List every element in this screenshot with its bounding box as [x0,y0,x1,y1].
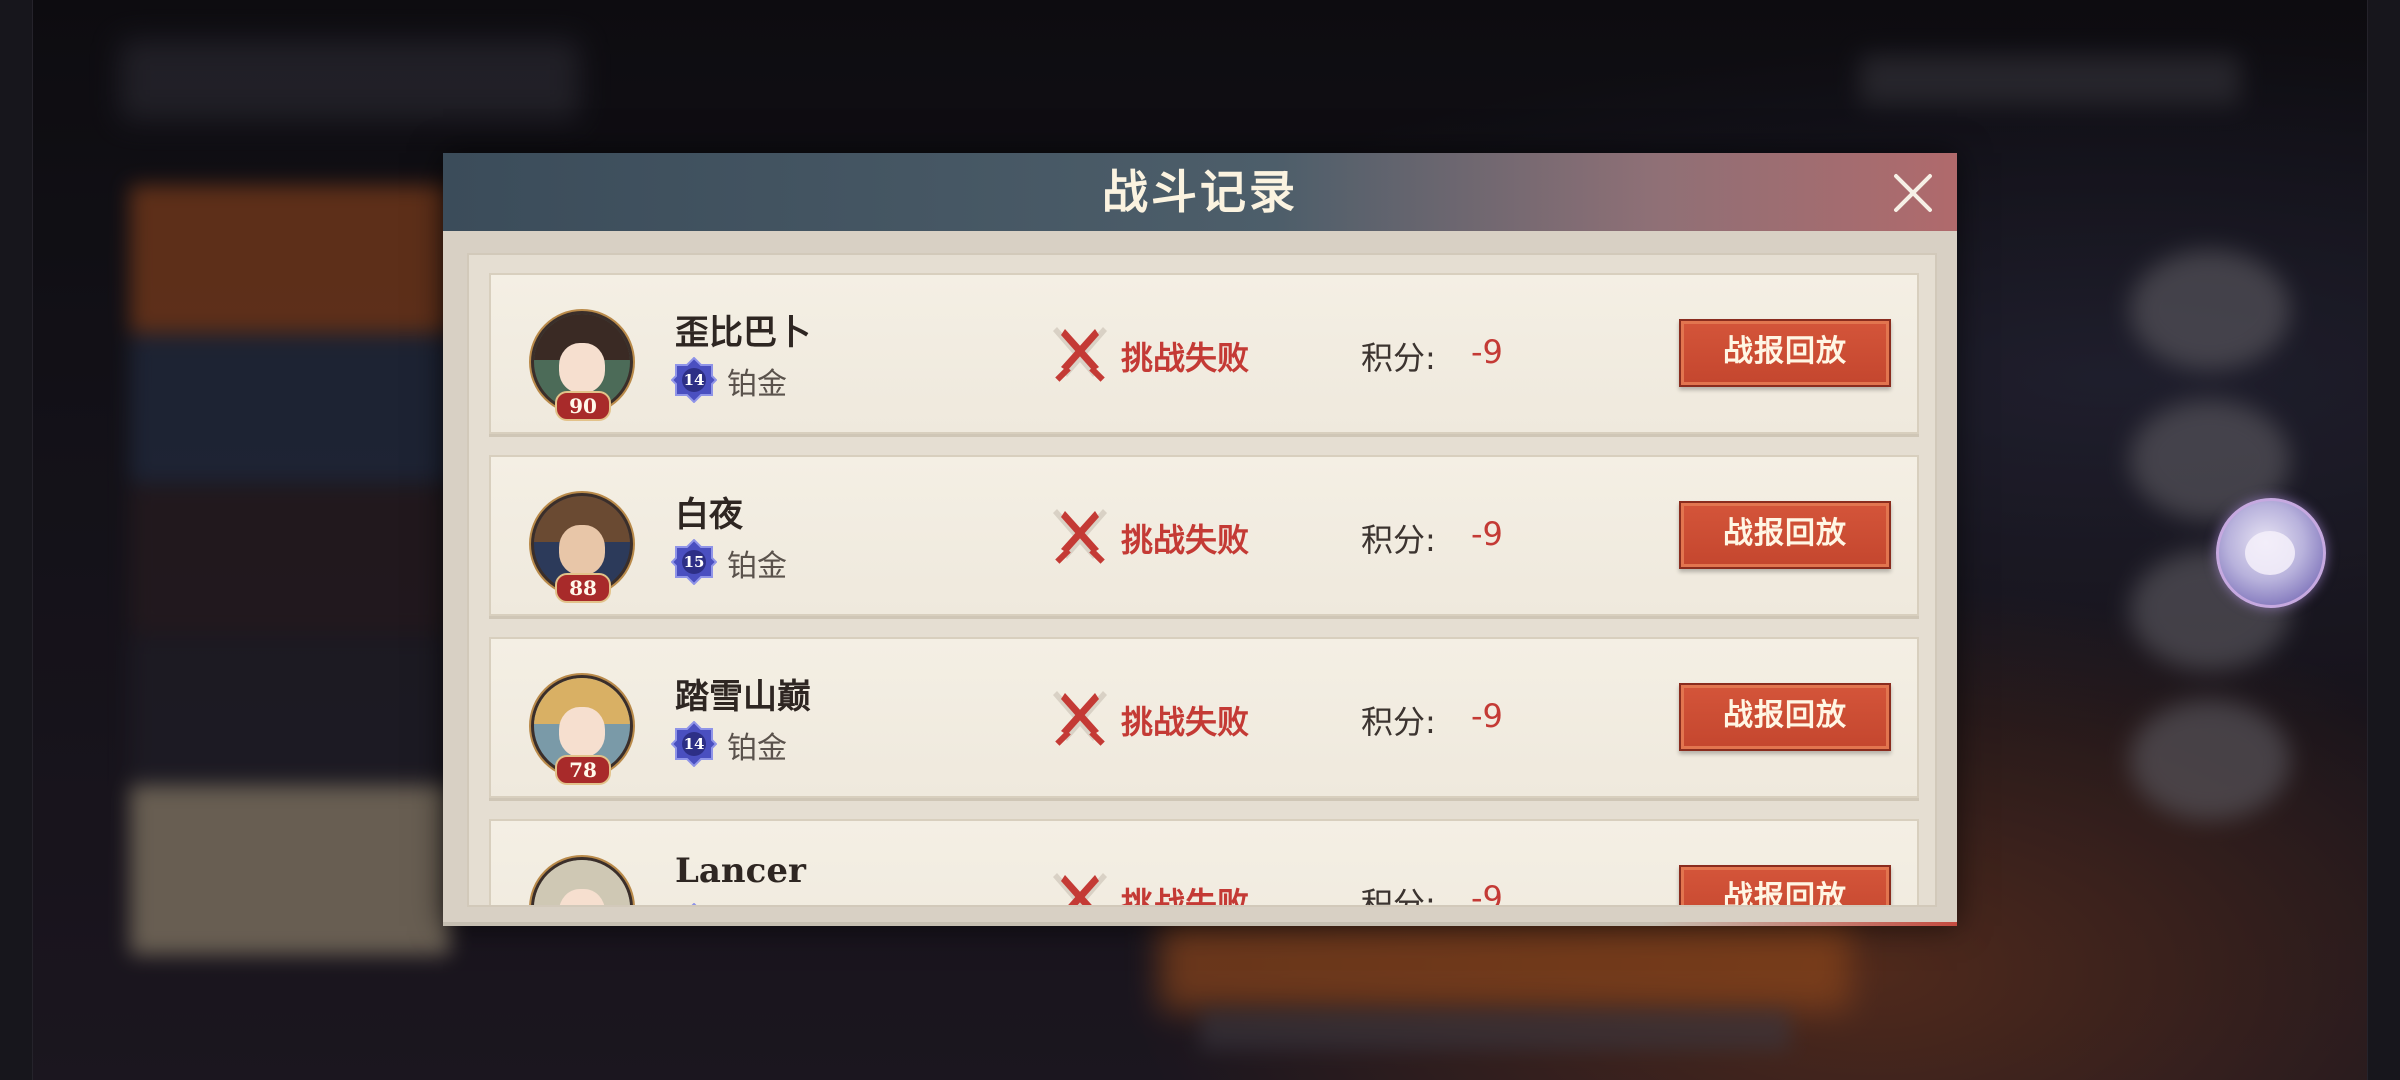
record-list: 90 歪比巴卜 14 铂金 挑战失败 积分: -9 战报回放 88 白夜 15 … [489,273,1919,907]
player-level-badge: 78 [555,755,611,785]
score-value: -9 [1471,515,1503,553]
modal-title: 战斗记录 [1102,165,1298,219]
record-row: 90 歪比巴卜 14 铂金 挑战失败 积分: -9 战报回放 [489,273,1919,434]
rank-tier-number: 14 [683,735,705,753]
battle-result: 挑战失败 [1121,703,1250,741]
rank-name: 铂金 [727,367,787,402]
rank-tier-icon: 15 [670,538,718,586]
record-row: 78 踏雪山巅 14 铂金 挑战失败 积分: -9 战报回放 [489,637,1919,798]
modal-header: 战斗记录 [443,153,1957,231]
battle-result: 挑战失败 [1121,885,1250,907]
crossed-swords-icon [1047,323,1113,389]
rank-tier-icon [671,902,717,905]
battle-replay-button[interactable]: 战报回放 [1679,319,1891,387]
rank-tier-number [671,903,717,905]
record-scroll-area[interactable]: 90 歪比巴卜 14 铂金 挑战失败 积分: -9 战报回放 88 白夜 15 … [467,253,1937,907]
battle-record-modal: 战斗记录 90 歪比巴卜 14 铂金 挑战失败 积分: -9 战报回放 88 白… [443,153,1957,926]
battle-result: 挑战失败 [1121,339,1250,377]
battle-result: 挑战失败 [1121,521,1250,559]
player-name: Lancer [675,851,806,891]
player-level-badge: 88 [555,573,611,603]
crossed-swords-icon [1047,505,1113,571]
player-name: 踏雪山巅 [675,677,811,717]
record-row: 88 白夜 15 铂金 挑战失败 积分: -9 战报回放 [489,455,1919,616]
crossed-swords-icon [1047,687,1113,753]
score-label: 积分: [1361,339,1436,377]
rank-tier-number: 14 [683,371,705,389]
score-value: -9 [1471,697,1503,735]
rank-name: 铂金 [727,549,787,584]
crossed-swords-icon [1047,869,1113,905]
battle-replay-button[interactable]: 战报回放 [1679,683,1891,751]
rank-name: 铂金 [727,905,787,907]
score-label: 积分: [1361,521,1436,559]
score-label: 积分: [1361,703,1436,741]
rank-tier-number: 15 [683,553,705,571]
rank-name: 铂金 [727,731,787,766]
modal-bottom-border [443,922,1957,926]
score-value: -9 [1471,879,1503,907]
floating-assistant-avatar[interactable] [2216,498,2326,608]
rank-tier-icon: 14 [670,720,718,768]
score-value: -9 [1471,333,1503,371]
player-name: 白夜 [675,495,743,535]
close-icon[interactable] [1889,169,1937,217]
battle-replay-button[interactable]: 战报回放 [1679,501,1891,569]
player-name: 歪比巴卜 [675,313,811,353]
player-avatar[interactable] [531,857,633,905]
player-level-badge: 90 [555,391,611,421]
rank-tier-icon: 14 [670,356,718,404]
record-row: Lancer 铂金 [489,819,1919,907]
battle-replay-button[interactable]: 战报回放 [1679,865,1891,905]
score-label: 积分: [1361,885,1436,907]
